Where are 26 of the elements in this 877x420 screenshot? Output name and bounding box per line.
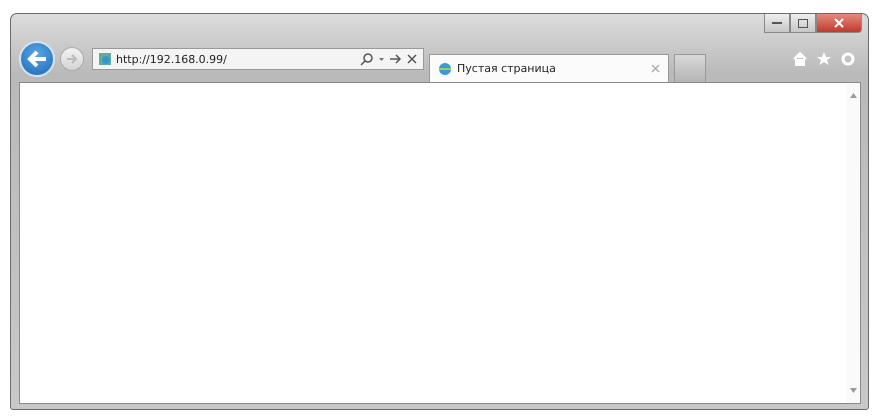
back-button[interactable] <box>19 41 55 77</box>
star-icon[interactable] <box>817 52 831 66</box>
close-icon <box>834 18 844 28</box>
search-icon[interactable] <box>360 52 374 66</box>
page-icon <box>438 62 452 76</box>
minimize-button[interactable] <box>764 14 790 33</box>
forward-button[interactable] <box>60 47 84 71</box>
forward-arrow-icon <box>66 53 78 65</box>
close-button[interactable] <box>816 14 862 33</box>
scroll-up-icon[interactable] <box>850 93 856 98</box>
go-arrow-icon[interactable] <box>389 52 402 66</box>
maximize-icon <box>798 18 808 28</box>
scroll-down-icon[interactable] <box>850 388 856 393</box>
address-field[interactable]: http://192.168.0.99/ <box>92 48 424 70</box>
maximize-button[interactable] <box>790 14 816 33</box>
minimize-icon <box>772 21 782 25</box>
stop-icon[interactable] <box>406 52 418 66</box>
close-icon[interactable] <box>651 64 660 73</box>
scrollbar[interactable] <box>846 83 860 403</box>
home-icon[interactable] <box>793 52 807 66</box>
browser-tab[interactable]: Пустая страница <box>429 54 669 82</box>
page-icon <box>98 52 112 66</box>
back-arrow-icon <box>26 49 48 69</box>
new-tab-button[interactable] <box>674 54 706 82</box>
settings-icon[interactable] <box>841 52 855 66</box>
tab-title: Пустая страница <box>457 62 557 75</box>
